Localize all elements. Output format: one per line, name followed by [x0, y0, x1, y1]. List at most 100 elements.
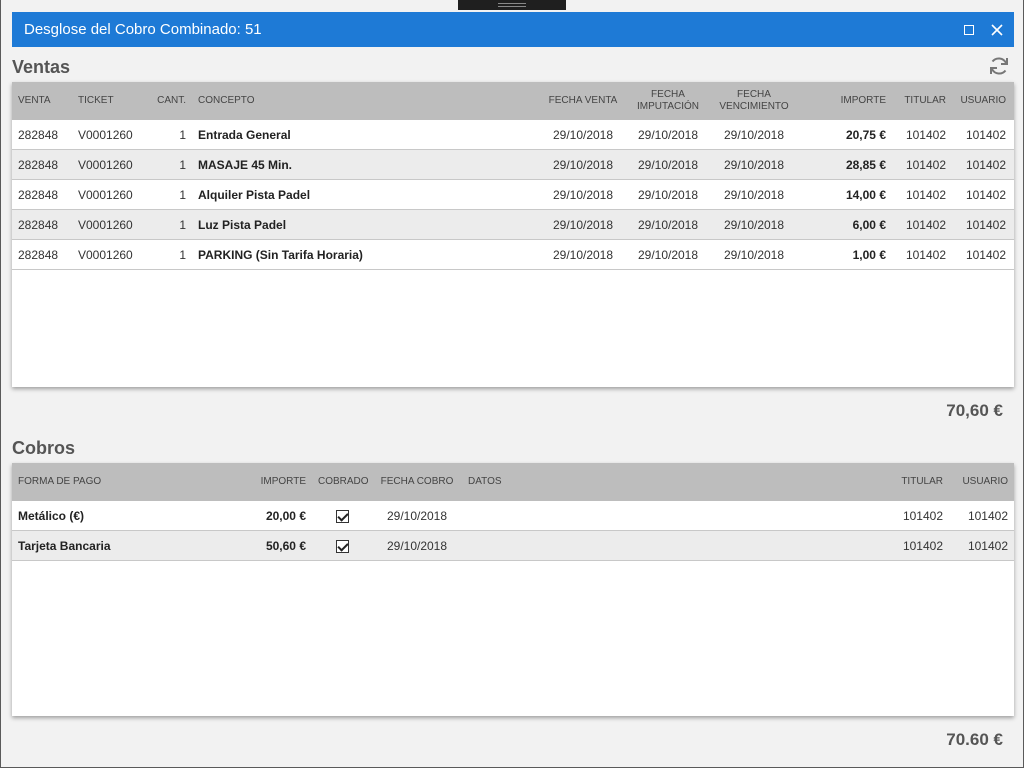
cell-concepto: Entrada General — [198, 127, 291, 142]
cell-cant: 1 — [179, 157, 186, 172]
cobrado-checkbox[interactable] — [335, 539, 349, 553]
cell-forma-pago: Tarjeta Bancaria — [18, 538, 111, 553]
cell-ticket: V0001260 — [78, 247, 133, 262]
cell-titular: 101402 — [902, 538, 943, 553]
cell-usuario: 101402 — [965, 247, 1006, 262]
cell-ticket: V0001260 — [78, 187, 133, 202]
cell-fecha-venta: 29/10/2018 — [552, 157, 614, 172]
table-row[interactable]: 282848 V0001260 1 Entrada General 29/10/2018… — [12, 120, 1014, 150]
cell-cant: 1 — [179, 127, 186, 142]
col-usuario[interactable]: USUARIO — [949, 476, 1014, 488]
col-cobrado[interactable]: COBRADO — [312, 476, 372, 488]
col-ticket[interactable]: TICKET — [72, 95, 142, 107]
close-icon — [991, 23, 1003, 36]
cell-ticket: V0001260 — [78, 127, 133, 142]
col-importe[interactable]: IMPORTE — [202, 476, 312, 488]
maximize-icon — [964, 24, 974, 35]
cell-importe: 6,00 € — [852, 217, 886, 232]
table-row[interactable]: 282848 V0001260 1 Alquiler Pista Padel 29/10… — [12, 180, 1014, 210]
cell-usuario: 101402 — [967, 538, 1008, 553]
table-row[interactable]: 282848 V0001260 1 PARKING (Sin Tarifa Horar… — [12, 240, 1014, 270]
cell-titular: 101402 — [905, 187, 946, 202]
cell-fecha-vencimiento: 29/10/2018 — [723, 247, 785, 262]
cobros-table-body: Metálico (€) 20,00 € 29/10/2018 101402 10140… — [12, 501, 1014, 561]
cell-usuario: 101402 — [965, 127, 1006, 142]
cell-ticket: V0001260 — [78, 217, 133, 232]
cell-titular: 101402 — [905, 217, 946, 232]
cell-forma-pago: Metálico (€) — [18, 508, 85, 523]
cell-titular: 101402 — [905, 157, 946, 172]
col-datos[interactable]: DATOS — [462, 476, 887, 488]
table-row[interactable]: 282848 V0001260 1 Luz Pista Padel 29/10/2018… — [12, 210, 1014, 240]
cell-concepto: MASAJE 45 Min. — [198, 157, 293, 172]
cell-usuario: 101402 — [967, 508, 1008, 523]
col-cant[interactable]: CANT. — [142, 95, 192, 107]
cell-venta: 282848 — [18, 127, 59, 142]
table-row[interactable]: Metálico (€) 20,00 € 29/10/2018 101402 10140… — [12, 501, 1014, 531]
cell-importe: 1,00 € — [852, 247, 886, 262]
cobros-table: FORMA DE PAGO IMPORTE COBRADO FECHA COBR… — [12, 463, 1014, 716]
ventas-table-header: VENTA TICKET CANT. CONCEPTO FECHA VENTA … — [12, 82, 1014, 120]
cell-fecha-vencimiento: 29/10/2018 — [723, 187, 785, 202]
cell-fecha-venta: 29/10/2018 — [552, 127, 614, 142]
cell-venta: 282848 — [18, 217, 59, 232]
cell-venta: 282848 — [18, 247, 59, 262]
cell-titular: 101402 — [905, 247, 946, 262]
cell-fecha-cobro: 29/10/2018 — [386, 538, 448, 553]
cell-cant: 1 — [179, 217, 186, 232]
cell-importe: 28,85 € — [845, 157, 886, 172]
cell-usuario: 101402 — [965, 187, 1006, 202]
cell-fecha-vencimiento: 29/10/2018 — [723, 217, 785, 232]
col-fecha-vencimiento[interactable]: FECHA VENCIMIENTO — [712, 89, 796, 113]
cell-fecha-vencimiento: 29/10/2018 — [723, 127, 785, 142]
refresh-icon[interactable] — [987, 54, 1011, 78]
ventas-table: VENTA TICKET CANT. CONCEPTO FECHA VENTA … — [12, 82, 1014, 387]
close-button[interactable] — [986, 19, 1008, 41]
col-titular[interactable]: TITULAR — [892, 95, 952, 107]
cell-cant: 1 — [179, 247, 186, 262]
cell-concepto: Alquiler Pista Padel — [198, 187, 311, 202]
cell-titular: 101402 — [905, 127, 946, 142]
cell-venta: 282848 — [18, 157, 59, 172]
cell-venta: 282848 — [18, 187, 59, 202]
cell-fecha-imputacion: 29/10/2018 — [637, 127, 699, 142]
cell-fecha-vencimiento: 29/10/2018 — [723, 157, 785, 172]
col-fecha-imputacion[interactable]: FECHA IMPUTACIÓN — [624, 89, 712, 113]
col-fecha-cobro[interactable]: FECHA COBRO — [372, 476, 462, 488]
col-usuario[interactable]: USUARIO — [952, 95, 1012, 107]
cell-titular: 101402 — [902, 508, 943, 523]
cell-fecha-imputacion: 29/10/2018 — [637, 247, 699, 262]
ventas-table-body: 282848 V0001260 1 Entrada General 29/10/2018… — [12, 120, 1014, 270]
cell-usuario: 101402 — [965, 157, 1006, 172]
title-bar: Desglose del Cobro Combinado: 51 — [12, 12, 1014, 47]
cobrado-checkbox[interactable] — [335, 509, 349, 523]
cell-fecha-venta: 29/10/2018 — [552, 217, 614, 232]
cell-importe: 20,75 € — [845, 127, 886, 142]
col-venta[interactable]: VENTA — [12, 95, 72, 107]
maximize-button[interactable] — [958, 19, 980, 41]
ventas-section-title: Ventas — [12, 57, 71, 77]
cell-fecha-imputacion: 29/10/2018 — [637, 187, 699, 202]
cobros-section-title: Cobros — [12, 438, 75, 458]
col-fecha-venta[interactable]: FECHA VENTA — [542, 95, 624, 107]
cell-fecha-venta: 29/10/2018 — [552, 247, 614, 262]
col-concepto[interactable]: CONCEPTO — [192, 95, 542, 107]
cell-fecha-imputacion: 29/10/2018 — [637, 157, 699, 172]
cell-concepto: Luz Pista Padel — [198, 217, 287, 232]
cell-cobrado — [312, 538, 372, 553]
ventas-total: 70,60 € — [946, 401, 1003, 420]
cell-cant: 1 — [179, 187, 186, 202]
cell-fecha-imputacion: 29/10/2018 — [637, 217, 699, 232]
col-titular[interactable]: TITULAR — [887, 476, 949, 488]
cell-fecha-cobro: 29/10/2018 — [386, 508, 448, 523]
cell-importe: 50,60 € — [265, 538, 306, 553]
col-forma-pago[interactable]: FORMA DE PAGO — [12, 476, 202, 488]
table-row[interactable]: Tarjeta Bancaria 50,60 € 29/10/2018 101402 1… — [12, 531, 1014, 561]
window-title: Desglose del Cobro Combinado: 51 — [24, 21, 262, 38]
cell-importe: 20,00 € — [265, 508, 306, 523]
col-importe[interactable]: IMPORTE — [796, 95, 892, 107]
cell-ticket: V0001260 — [78, 157, 133, 172]
cell-importe: 14,00 € — [845, 187, 886, 202]
cell-usuario: 101402 — [965, 217, 1006, 232]
table-row[interactable]: 282848 V0001260 1 MASAJE 45 Min. 29/10/2018 2… — [12, 150, 1014, 180]
